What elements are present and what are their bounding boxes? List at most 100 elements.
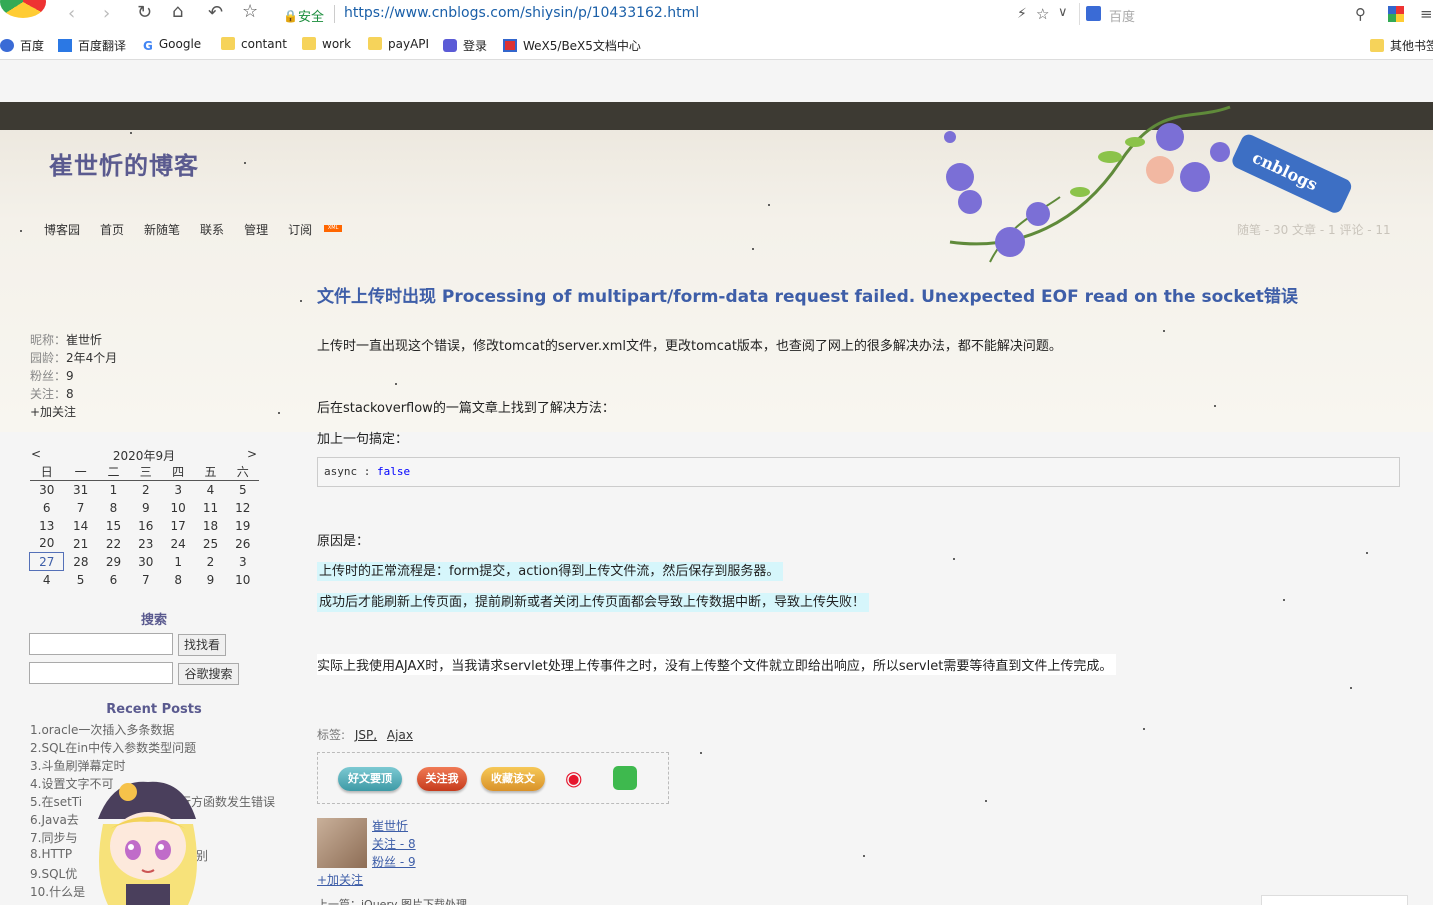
calendar-day[interactable]: 6 xyxy=(30,499,64,517)
calendar-day[interactable]: 11 xyxy=(194,499,226,517)
extension-icon[interactable] xyxy=(1388,6,1404,22)
calendar-day[interactable]: 4 xyxy=(30,571,64,589)
follow-button[interactable]: 关注我 xyxy=(417,767,467,791)
follow-link[interactable]: +加关注 xyxy=(30,403,117,421)
author-follow[interactable]: +加关注 xyxy=(317,871,363,888)
recent-post[interactable]: 10.什么是 xyxy=(30,883,85,900)
calendar-day[interactable]: 24 xyxy=(162,535,194,553)
nav-manage[interactable]: 管理 xyxy=(244,221,268,238)
calendar-day[interactable]: 21 xyxy=(64,535,97,553)
bookmark-contant[interactable]: contant xyxy=(221,37,287,53)
recent-post[interactable]: 5.在setTi xyxy=(30,793,82,810)
calendar-day[interactable]: 19 xyxy=(227,517,259,535)
back-icon[interactable]: ‹ xyxy=(68,5,75,23)
calendar-day[interactable]: 28 xyxy=(64,553,97,571)
bookmark-baidu[interactable]: 百度 xyxy=(0,37,44,53)
profile-nickname[interactable]: 崔世忻 xyxy=(66,333,102,347)
calendar-day[interactable]: 9 xyxy=(194,571,226,589)
calendar-day[interactable]: 7 xyxy=(130,571,162,589)
bookmark-wex5[interactable]: WeX5/BeX5文档中心 xyxy=(503,37,641,53)
calendar-day[interactable]: 10 xyxy=(227,571,259,589)
menu-icon[interactable]: ≡ xyxy=(1420,5,1433,23)
nav-contact[interactable]: 联系 xyxy=(200,221,224,238)
favorite-icon[interactable]: ☆ xyxy=(1036,5,1049,23)
calendar-day[interactable]: 7 xyxy=(64,499,97,517)
calendar-day[interactable]: 15 xyxy=(97,517,129,535)
bookmark-payapi[interactable]: payAPI xyxy=(368,37,429,53)
calendar-day[interactable]: 1 xyxy=(162,553,194,571)
calendar-day[interactable]: 30 xyxy=(130,553,162,571)
calendar-day[interactable]: 3 xyxy=(227,553,259,571)
search-button[interactable]: 找找看 xyxy=(178,634,226,656)
bookmark-translate[interactable]: 百度翻译 xyxy=(58,37,126,53)
bookmark-login[interactable]: 登录 xyxy=(443,37,487,53)
calendar-next[interactable]: > xyxy=(247,447,257,461)
calendar-day[interactable]: 20 xyxy=(30,535,64,553)
calendar-day[interactable]: 16 xyxy=(130,517,162,535)
calendar-day[interactable]: 30 xyxy=(30,481,64,499)
profile-following[interactable]: 8 xyxy=(66,387,74,401)
post-title[interactable]: 文件上传时出现 Processing of multipart/form-dat… xyxy=(317,282,1298,307)
mascot-image[interactable] xyxy=(78,774,218,905)
calendar-day[interactable]: 23 xyxy=(130,535,162,553)
recent-post[interactable]: 6.Java去 xyxy=(30,811,79,828)
wechat-icon[interactable] xyxy=(613,766,637,790)
nav-cnblogs[interactable]: 博客园 xyxy=(44,221,80,238)
recommend-button[interactable]: 好文要顶 xyxy=(338,767,402,791)
author-following[interactable]: 关注 - 8 xyxy=(372,835,416,852)
address-bar[interactable]: https://www.cnblogs.com/shiysin/p/104331… xyxy=(344,5,699,21)
calendar-day[interactable]: 25 xyxy=(194,535,226,553)
calendar-day[interactable]: 12 xyxy=(227,499,259,517)
calendar-day[interactable]: 2 xyxy=(194,553,226,571)
recent-post[interactable]: 2.SQL在in中传入参数类型问题 xyxy=(30,739,196,756)
undo-icon[interactable]: ↶ xyxy=(208,4,223,22)
google-search-button[interactable]: 谷歌搜索 xyxy=(178,663,239,685)
calendar-day[interactable]: 17 xyxy=(162,517,194,535)
calendar-day[interactable]: 3 xyxy=(162,481,194,499)
tag-link[interactable]: Ajax xyxy=(387,728,413,742)
calendar-day[interactable]: 10 xyxy=(162,499,194,517)
nav-subscribe[interactable]: 订阅 xyxy=(288,221,312,238)
author-name[interactable]: 崔世忻 xyxy=(372,817,408,834)
recent-post[interactable]: 7.同步与 xyxy=(30,829,77,846)
calendar-day[interactable]: 29 xyxy=(97,553,129,571)
calendar-day[interactable]: 9 xyxy=(130,499,162,517)
search-icon[interactable]: ⚲ xyxy=(1355,5,1366,23)
calendar-day[interactable]: 5 xyxy=(64,571,97,589)
reload-icon[interactable]: ↻ xyxy=(137,4,152,22)
prev-post-link[interactable]: 上一篇：jQuery 图片下载处理 xyxy=(317,896,467,905)
author-fans[interactable]: 粉丝 - 9 xyxy=(372,853,416,870)
google-search-input[interactable] xyxy=(29,662,173,684)
tag-link[interactable]: JSP, xyxy=(355,728,377,742)
calendar-day[interactable]: 5 xyxy=(227,481,259,499)
xml-icon[interactable]: XML xyxy=(324,225,343,232)
avatar[interactable] xyxy=(317,818,367,868)
favorite-button[interactable]: 收藏该文 xyxy=(481,767,545,791)
nav-new-post[interactable]: 新随笔 xyxy=(144,221,180,238)
forward-icon[interactable]: › xyxy=(103,5,110,23)
calendar-day[interactable]: 1 xyxy=(97,481,129,499)
weibo-icon[interactable]: ◉ xyxy=(565,767,591,789)
calendar-day[interactable]: 8 xyxy=(97,499,129,517)
blog-search-input[interactable] xyxy=(29,633,173,655)
recent-post[interactable]: 3.斗鱼刷弹幕定时 xyxy=(30,757,125,774)
calendar-day[interactable]: 18 xyxy=(194,517,226,535)
bookmark-google[interactable]: G Google xyxy=(143,37,201,53)
calendar-day[interactable]: 27 xyxy=(28,552,65,571)
calendar-day[interactable]: 4 xyxy=(194,481,226,499)
bookmark-other[interactable]: 其他书签 xyxy=(1370,37,1433,53)
home-icon[interactable]: ⌂ xyxy=(172,3,183,21)
calendar-day[interactable]: 22 xyxy=(97,535,129,553)
calendar-day[interactable]: 26 xyxy=(227,535,259,553)
recent-post[interactable]: 8.HTTP xyxy=(30,847,72,861)
nav-home[interactable]: 首页 xyxy=(100,221,124,238)
calendar-day[interactable]: 31 xyxy=(64,481,97,499)
recent-post[interactable]: 9.SQL优 xyxy=(30,865,77,882)
search-engine-box[interactable]: 百度 ⚲ xyxy=(1079,3,1375,25)
recent-post[interactable]: 1.oracle一次插入多条数据 xyxy=(30,721,174,738)
calendar-day[interactable]: 6 xyxy=(97,571,129,589)
profile-fans[interactable]: 9 xyxy=(66,369,74,383)
blog-title[interactable]: 崔世忻的博客 xyxy=(49,146,199,181)
calendar-day[interactable]: 13 xyxy=(30,517,64,535)
bookmark-work[interactable]: work xyxy=(302,37,351,53)
